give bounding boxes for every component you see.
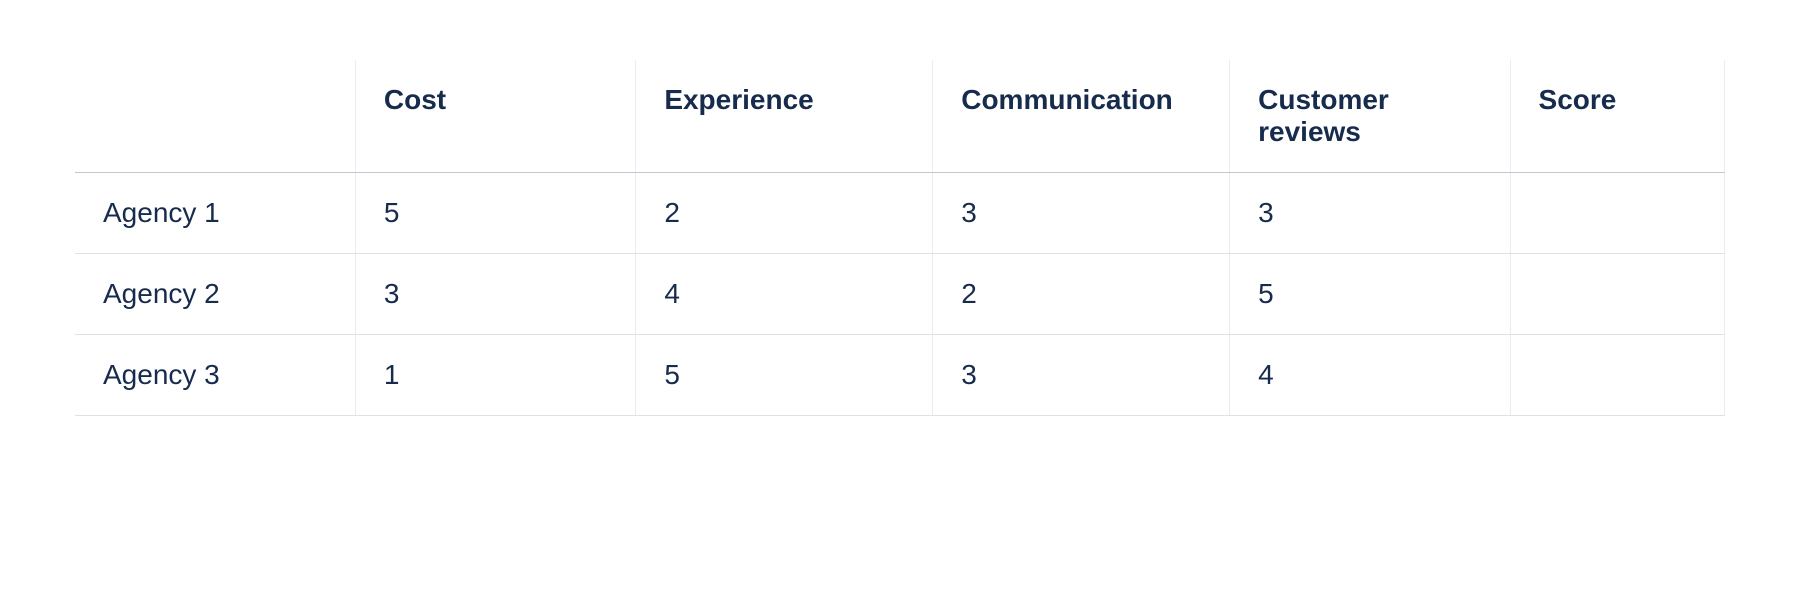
col-header-customer-reviews: Customer reviews	[1230, 60, 1510, 173]
cell-value: 3	[933, 335, 1230, 416]
cell-value: 5	[636, 335, 933, 416]
cell-value: 2	[933, 254, 1230, 335]
table-row: Agency 1 5 2 3 3	[75, 173, 1725, 254]
cell-value: 3	[1230, 173, 1510, 254]
row-label: Agency 1	[75, 173, 355, 254]
cell-value: 3	[355, 254, 635, 335]
col-header-experience: Experience	[636, 60, 933, 173]
col-header-communication: Communication	[933, 60, 1230, 173]
row-label: Agency 2	[75, 254, 355, 335]
cell-value	[1510, 335, 1724, 416]
col-header-cost: Cost	[355, 60, 635, 173]
cell-value: 1	[355, 335, 635, 416]
table-header-row: Cost Experience Communication Customer r…	[75, 60, 1725, 173]
cell-value: 2	[636, 173, 933, 254]
col-header-empty	[75, 60, 355, 173]
cell-value: 5	[1230, 254, 1510, 335]
cell-value: 4	[1230, 335, 1510, 416]
row-label: Agency 3	[75, 335, 355, 416]
table-row: Agency 3 1 5 3 4	[75, 335, 1725, 416]
cell-value: 5	[355, 173, 635, 254]
comparison-table: Cost Experience Communication Customer r…	[75, 60, 1725, 416]
cell-value: 4	[636, 254, 933, 335]
cell-value	[1510, 173, 1724, 254]
col-header-score: Score	[1510, 60, 1724, 173]
cell-value: 3	[933, 173, 1230, 254]
table-row: Agency 2 3 4 2 5	[75, 254, 1725, 335]
cell-value	[1510, 254, 1724, 335]
